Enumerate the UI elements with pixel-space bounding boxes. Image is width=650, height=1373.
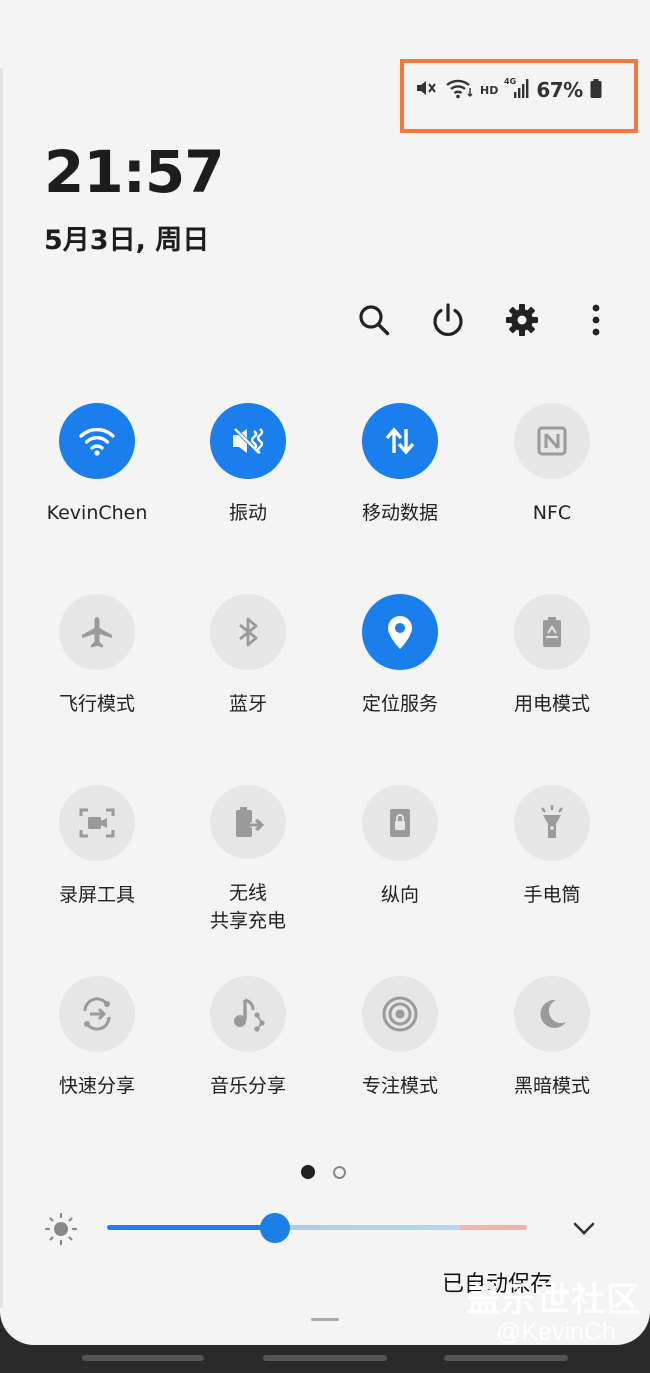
hd-label: HD <box>480 83 499 97</box>
clock-date: 5月3日, 周日 <box>44 225 210 256</box>
tile-label: 移动数据 <box>361 502 438 524</box>
tile-wireless-powershare[interactable]: 无线 共享充电 <box>173 785 323 935</box>
tile-portrait[interactable]: 纵向 <box>325 785 475 935</box>
bluetooth-icon <box>210 594 286 670</box>
tile-label: 快速分享 <box>58 1075 135 1097</box>
location-icon <box>362 594 438 670</box>
tile-label: 纵向 <box>380 884 419 906</box>
battery-icon <box>589 76 603 104</box>
brightness-slider-thumb[interactable] <box>260 1213 290 1243</box>
search-icon <box>359 305 390 336</box>
watermark-handle: @KevinCh <box>496 1318 616 1346</box>
portrait-lock-icon <box>362 785 438 861</box>
clock-time: 21:57 <box>44 138 225 206</box>
tile-flashlight[interactable]: 手电筒 <box>477 785 627 935</box>
watermark: 盖乐世社区 <box>466 1280 641 1320</box>
nfc-icon <box>514 403 590 479</box>
tile-quick-share[interactable]: 快速分享 <box>22 976 172 1126</box>
tile-label: 录屏工具 <box>58 884 135 906</box>
settings-icon <box>506 304 538 336</box>
tile-label: 手电筒 <box>523 884 581 906</box>
page-dot[interactable] <box>333 1165 346 1179</box>
airplane-icon <box>59 594 135 670</box>
network-label: 4G <box>504 77 516 86</box>
tile-label: 音乐分享 <box>209 1075 286 1097</box>
tile-label: 黑暗模式 <box>513 1075 590 1097</box>
tile-screen-recorder[interactable]: 录屏工具 <box>22 785 172 935</box>
mobile-data-icon <box>362 403 438 479</box>
tile-mobile-data[interactable]: 移动数据 <box>325 403 475 553</box>
tile-label: 无线 共享充电 <box>209 882 286 932</box>
vibrate-icon <box>210 403 286 479</box>
flashlight-icon <box>514 785 590 861</box>
wifi-icon <box>444 76 474 104</box>
dark-mode-icon <box>514 976 590 1052</box>
tile-label: 定位服务 <box>361 693 438 715</box>
more-icon <box>592 304 600 336</box>
screen-recorder-icon <box>59 785 135 861</box>
tile-label: 专注模式 <box>361 1075 438 1097</box>
mute-icon <box>414 76 438 104</box>
tile-airplane-mode[interactable]: 飞行模式 <box>22 594 172 744</box>
power-icon <box>433 303 463 336</box>
tile-music-share[interactable]: 音乐分享 <box>173 976 323 1126</box>
power-button[interactable] <box>426 298 470 342</box>
tile-label: NFC <box>532 502 572 524</box>
tile-focus-mode[interactable]: 专注模式 <box>325 976 475 1126</box>
wireless-powershare-icon <box>210 785 286 859</box>
quick-panel: HD 4G 67% 21:57 5月3日, 周日 KevinChen 振动 移动… <box>0 0 650 1345</box>
tile-label: 振动 <box>228 502 267 524</box>
tile-label: 蓝牙 <box>228 693 267 715</box>
settings-button[interactable] <box>500 298 544 342</box>
nav-bar-segment[interactable] <box>82 1355 204 1361</box>
battery-percent: 67% <box>536 78 583 102</box>
tile-label: KevinChen <box>46 502 148 524</box>
focus-mode-icon <box>362 976 438 1052</box>
drag-handle[interactable] <box>311 1318 339 1321</box>
tile-bluetooth[interactable]: 蓝牙 <box>173 594 323 744</box>
signal-icon: 4G <box>504 76 530 104</box>
more-options-button[interactable] <box>574 298 618 342</box>
tile-vibrate[interactable]: 振动 <box>173 403 323 553</box>
quick-share-icon <box>59 976 135 1052</box>
brightness-slider[interactable] <box>107 1225 527 1230</box>
panel-edge <box>0 68 3 1308</box>
nav-bar-segment[interactable] <box>444 1355 568 1361</box>
chevron-down-icon <box>573 1222 595 1235</box>
wifi-icon <box>59 403 135 479</box>
search-button[interactable] <box>352 298 396 342</box>
nav-bar-segment[interactable] <box>263 1355 387 1361</box>
brightness-icon <box>42 1212 80 1250</box>
expand-button[interactable] <box>570 1214 598 1246</box>
status-bar: HD 4G 67% <box>414 74 603 106</box>
page-indicator <box>301 1165 346 1179</box>
tile-nfc[interactable]: NFC <box>477 403 627 553</box>
tile-wifi[interactable]: KevinChen <box>22 403 172 553</box>
music-share-icon <box>210 976 286 1052</box>
tile-label: 飞行模式 <box>58 693 135 715</box>
tile-dark-mode[interactable]: 黑暗模式 <box>477 976 627 1126</box>
battery-saver-icon <box>514 594 590 670</box>
tile-location[interactable]: 定位服务 <box>325 594 475 744</box>
page-dot-active[interactable] <box>301 1165 315 1179</box>
tile-power-mode[interactable]: 用电模式 <box>477 594 627 744</box>
tile-label: 用电模式 <box>513 693 590 715</box>
